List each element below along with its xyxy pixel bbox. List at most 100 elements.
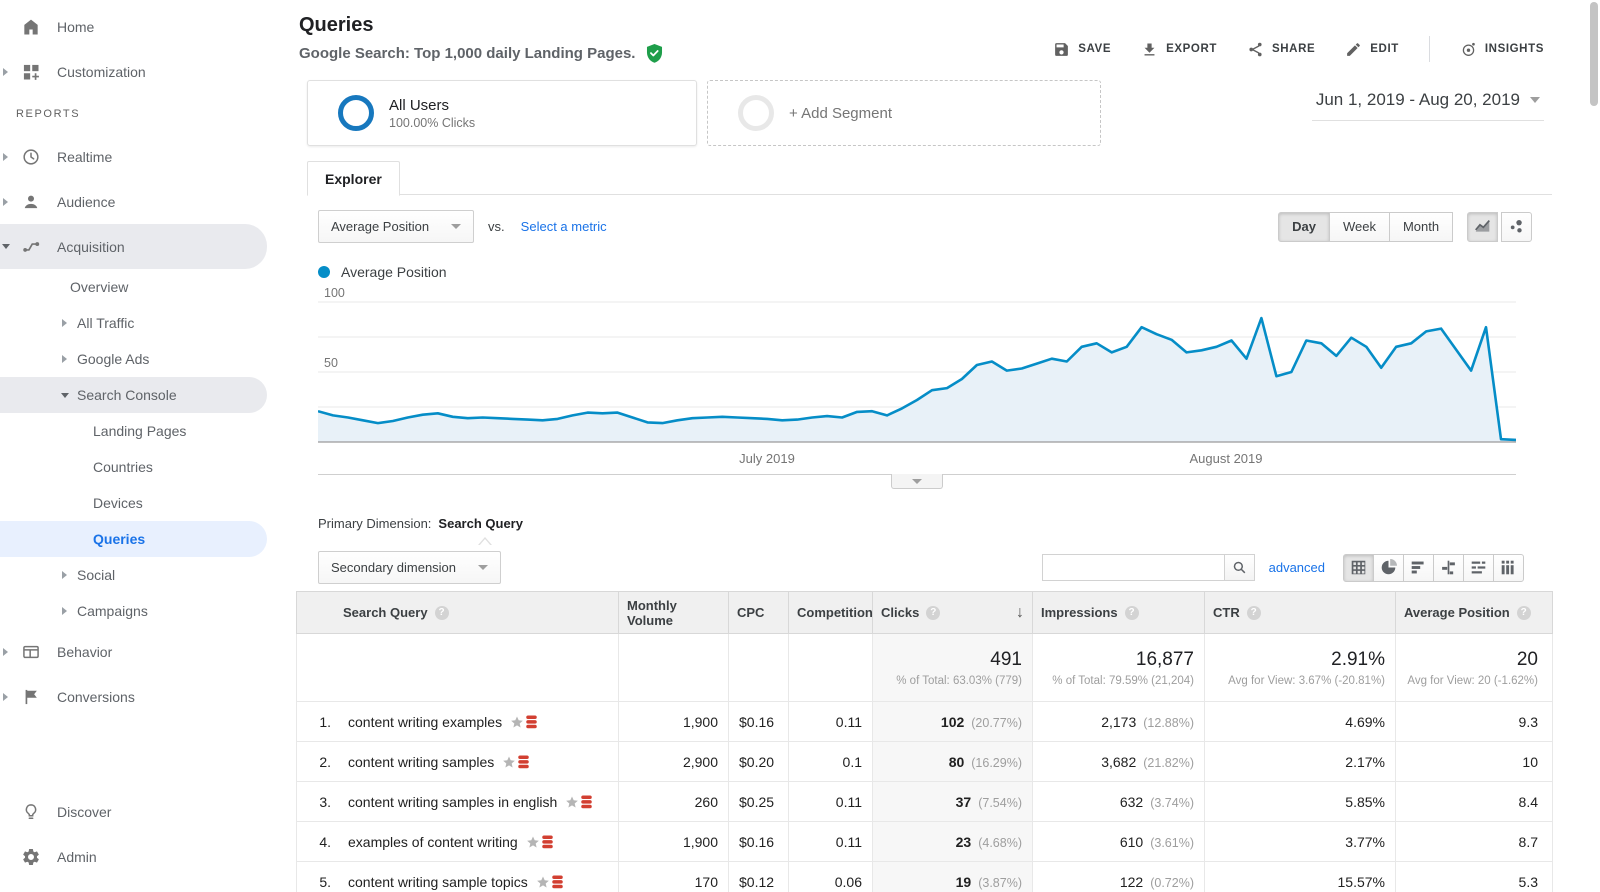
keyword-metrics-icon[interactable] — [581, 794, 593, 809]
collapse-arrow-icon — [61, 392, 69, 398]
report-header: Queries Google Search: Top 1,000 daily L… — [267, 0, 1600, 121]
cell-ctr: 15.57% — [1204, 861, 1396, 892]
sidebar-item-queries[interactable]: Queries — [0, 521, 267, 557]
y-axis-tick: 100 — [324, 286, 345, 300]
column-header-cpc[interactable]: CPC — [728, 591, 789, 634]
keyword-metrics-icon[interactable] — [552, 874, 563, 889]
date-range-selector[interactable]: Jun 1, 2019 - Aug 20, 2019 — [1311, 88, 1544, 121]
column-header-search-query[interactable]: Search Query? — [296, 591, 619, 634]
table-header-row: Search Query? Monthly Volume CPC Competi… — [296, 591, 1553, 634]
sidebar-item-countries[interactable]: Countries — [0, 449, 267, 485]
star-icon[interactable] — [526, 835, 540, 849]
help-icon[interactable]: ? — [1246, 605, 1261, 620]
series-color-dot — [318, 266, 330, 278]
star-icon[interactable] — [565, 795, 579, 809]
cell-clicks: 19 (3.87%) — [872, 861, 1033, 892]
term-cloud-view-button[interactable] — [1463, 553, 1494, 582]
comparison-view-button[interactable] — [1433, 553, 1464, 582]
cell-empty — [788, 633, 873, 702]
keyword-metrics-icon[interactable] — [518, 754, 530, 769]
sidebar-item-landing-pages[interactable]: Landing Pages — [0, 413, 267, 449]
pivot-view-button[interactable] — [1493, 553, 1524, 582]
cell-cpc: $0.16 — [728, 701, 789, 742]
add-segment-button[interactable]: + Add Segment — [707, 80, 1101, 146]
primary-dimension-row: Primary Dimension: Search Query — [318, 516, 1600, 546]
acquisition-icon — [20, 237, 42, 257]
search-button[interactable] — [1223, 554, 1255, 581]
help-icon[interactable]: ? — [434, 605, 449, 620]
sidebar-item-campaigns[interactable]: Campaigns — [0, 593, 267, 629]
export-button[interactable]: EXPORT — [1141, 41, 1217, 58]
sidebar-item-behavior[interactable]: Behavior — [0, 629, 267, 674]
sidebar-item-google-ads[interactable]: Google Ads — [0, 341, 267, 377]
conversions-icon — [20, 687, 42, 707]
scrubber-handle[interactable] — [891, 474, 943, 489]
sidebar-item-label: Google Ads — [77, 351, 150, 367]
star-icon[interactable] — [536, 875, 550, 889]
insights-button[interactable]: INSIGHTS — [1460, 41, 1544, 58]
save-button[interactable]: SAVE — [1053, 41, 1111, 58]
sidebar-item-overview[interactable]: Overview — [0, 269, 267, 305]
pivot-icon — [1501, 560, 1514, 575]
discover-icon — [20, 802, 42, 822]
column-header-ctr[interactable]: CTR? — [1204, 591, 1396, 634]
search-query-text: content writing samples in english — [348, 793, 558, 810]
line-chart-view-button[interactable] — [1467, 211, 1499, 242]
collapse-arrow-icon — [2, 244, 10, 249]
sidebar-item-social[interactable]: Social — [0, 557, 267, 593]
sidebar-item-label: Acquisition — [57, 238, 125, 255]
term-cloud-icon — [1471, 561, 1486, 574]
sidebar-item-search-console[interactable]: Search Console — [0, 377, 267, 413]
performance-view-button[interactable] — [1403, 553, 1434, 582]
column-header-clicks[interactable]: Clicks? ↓ — [872, 591, 1033, 634]
advanced-link[interactable]: advanced — [1269, 560, 1325, 575]
primary-dimension-search-query[interactable]: Search Query — [438, 516, 523, 531]
report-subtitle: Google Search: Top 1,000 daily Landing P… — [299, 45, 636, 62]
help-icon[interactable]: ? — [1124, 605, 1139, 620]
granularity-month-button[interactable]: Month — [1388, 211, 1454, 242]
sidebar-item-customization[interactable]: Customization — [0, 49, 267, 94]
tab-explorer[interactable]: Explorer — [307, 161, 400, 196]
column-header-impressions[interactable]: Impressions? — [1032, 591, 1205, 634]
star-icon[interactable] — [502, 755, 516, 769]
cell-competition: 0.11 — [788, 781, 873, 822]
percentage-view-button[interactable] — [1373, 553, 1404, 582]
metric-select-dropdown[interactable]: Average Position — [318, 210, 475, 243]
sidebar-item-conversions[interactable]: Conversions — [0, 674, 267, 719]
sidebar-item-discover[interactable]: Discover — [0, 789, 267, 834]
admin-gear-icon — [20, 847, 42, 867]
timeseries-chart[interactable]: 100 50 July 2019 August 2019 — [318, 282, 1516, 470]
sidebar-item-label: Audience — [57, 193, 116, 210]
keyword-metrics-icon[interactable] — [526, 714, 537, 729]
column-header-competition[interactable]: Competition — [788, 591, 873, 634]
sidebar-item-devices[interactable]: Devices — [0, 485, 267, 521]
select-metric-link[interactable]: Select a metric — [521, 219, 607, 234]
motion-chart-view-button[interactable] — [1501, 211, 1532, 242]
vertical-scrollbar-thumb[interactable] — [1590, 2, 1598, 106]
search-input[interactable] — [1041, 554, 1224, 581]
all-users-segment-chip[interactable]: All Users 100.00% Clicks — [307, 80, 697, 146]
comparison-icon — [1442, 560, 1455, 575]
column-header-average-position[interactable]: Average Position? — [1395, 591, 1553, 634]
keyword-metrics-icon[interactable] — [541, 834, 553, 849]
star-icon[interactable] — [510, 715, 524, 729]
help-icon[interactable]: ? — [926, 605, 941, 620]
sidebar-item-home[interactable]: Home — [0, 4, 267, 49]
sidebar-item-audience[interactable]: Audience — [0, 179, 267, 224]
cell-monthly-volume: 2,900 — [618, 741, 729, 782]
column-header-monthly-volume[interactable]: Monthly Volume — [618, 591, 729, 634]
sidebar-item-all-traffic[interactable]: All Traffic — [0, 305, 267, 341]
share-button[interactable]: SHARE — [1247, 41, 1315, 58]
help-icon[interactable]: ? — [1516, 605, 1531, 620]
data-table-view-button[interactable] — [1343, 553, 1374, 582]
granularity-week-button[interactable]: Week — [1328, 211, 1390, 242]
sidebar-item-acquisition[interactable]: Acquisition — [0, 224, 267, 269]
granularity-day-button[interactable]: Day — [1278, 211, 1330, 242]
performance-bars-icon — [1411, 561, 1424, 574]
timeline-scrubber[interactable] — [318, 474, 1516, 491]
cell-competition: 0.1 — [788, 741, 873, 782]
sidebar-item-admin[interactable]: Admin — [0, 834, 267, 879]
secondary-dimension-dropdown[interactable]: Secondary dimension — [318, 551, 502, 584]
edit-button[interactable]: EDIT — [1345, 41, 1399, 58]
sidebar-item-realtime[interactable]: Realtime — [0, 134, 267, 179]
